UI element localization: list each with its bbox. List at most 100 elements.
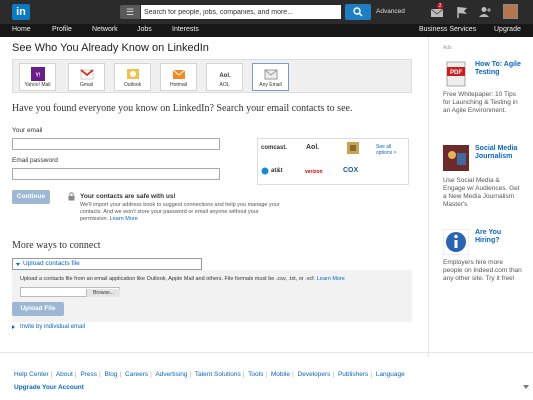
ad-body: Free Whitepaper: 10 Tips for Launching &… bbox=[443, 91, 518, 114]
yahoo-icon: Y! bbox=[31, 67, 45, 81]
envelope-icon bbox=[264, 69, 278, 80]
footer-links: Help Center | About | Press | Blog | Careers… bbox=[14, 371, 405, 378]
contacts-question: Have you found everyone you know on Link… bbox=[12, 103, 353, 114]
provider-label: Any Email bbox=[259, 82, 282, 88]
email-field[interactable] bbox=[12, 138, 220, 150]
browse-button[interactable]: Browse... bbox=[86, 289, 120, 297]
provider-label: Hotmail bbox=[170, 82, 187, 88]
webmail-cox[interactable]: COX bbox=[343, 167, 358, 174]
upgrade-account-link[interactable]: Upgrade Your Account bbox=[14, 384, 84, 391]
provider-any-email[interactable]: Any Email bbox=[252, 63, 289, 91]
footer-link[interactable]: Developers bbox=[298, 371, 331, 378]
mail-app-icon[interactable] bbox=[346, 141, 360, 155]
footer-link[interactable]: Careers bbox=[125, 371, 148, 378]
webmail-aol[interactable]: Aol. bbox=[306, 144, 319, 151]
ad-title[interactable]: Are You Hiring? bbox=[475, 229, 523, 245]
footer-link[interactable]: Talent Solutions bbox=[195, 371, 241, 378]
nav-network[interactable]: Network bbox=[92, 26, 118, 33]
main-nav: Home Profile Network Jobs Interests Busi… bbox=[0, 24, 533, 37]
info-icon bbox=[443, 229, 469, 255]
svg-text:Aol.: Aol. bbox=[219, 73, 231, 79]
invite-label: Invite by individual email bbox=[20, 324, 86, 330]
password-field[interactable] bbox=[12, 168, 220, 180]
upload-description: Upload a contacts file from an email app… bbox=[20, 276, 345, 282]
search-icon bbox=[353, 7, 363, 17]
upload-file-button[interactable]: Upload File bbox=[12, 302, 64, 316]
page-title: See Who You Already Know on LinkedIn bbox=[12, 42, 209, 54]
nav-interests[interactable]: Interests bbox=[172, 26, 199, 33]
more-ways-title: More ways to connect bbox=[12, 240, 101, 251]
provider-outlook[interactable]: Outlook bbox=[114, 63, 151, 91]
footer-link[interactable]: Tools bbox=[248, 371, 263, 378]
caret-down-icon bbox=[16, 263, 20, 266]
top-bar: in ☰ Advanced 2 bbox=[0, 0, 533, 24]
aol-icon: Aol. bbox=[219, 73, 231, 79]
provider-gmail[interactable]: Gmail bbox=[68, 63, 105, 91]
ad-body: Employers hire more people on Indeed.com… bbox=[443, 259, 522, 282]
profile-avatar[interactable] bbox=[503, 4, 518, 19]
search-input[interactable] bbox=[141, 5, 341, 19]
outlook-icon bbox=[127, 69, 139, 79]
learn-more-link[interactable]: Learn More bbox=[110, 216, 138, 222]
email-label: Your email bbox=[12, 127, 43, 134]
provider-label: Outlook bbox=[123, 82, 142, 88]
nav-jobs[interactable]: Jobs bbox=[137, 26, 152, 33]
ad-body: Use Social Media & Engage w/ Audiences. … bbox=[443, 177, 520, 208]
scroll-down-arrow[interactable] bbox=[523, 385, 529, 389]
provider-yahoo[interactable]: Y! Yahoo! Mail bbox=[19, 63, 56, 91]
upload-description-body: Upload a contacts file from an email app… bbox=[20, 276, 316, 282]
provider-aol[interactable]: Aol. AOL bbox=[206, 63, 243, 91]
continue-button[interactable]: Continue bbox=[12, 190, 50, 204]
linkedin-logo[interactable]: in bbox=[12, 4, 30, 20]
file-input[interactable]: Browse... bbox=[20, 287, 120, 297]
footer-link[interactable]: Mobile bbox=[271, 371, 290, 378]
webmail-grid: comcast. Aol. See all options > at&t ver… bbox=[257, 138, 409, 185]
nav-business-services[interactable]: Business Services bbox=[419, 26, 476, 33]
social-media-icon bbox=[443, 145, 469, 171]
gmail-icon bbox=[80, 69, 94, 80]
footer-link[interactable]: Advertising bbox=[155, 371, 187, 378]
flag-icon[interactable] bbox=[455, 5, 469, 19]
caret-right-icon bbox=[12, 325, 15, 329]
upload-contacts-label: Upload contacts file bbox=[23, 260, 80, 267]
provider-hotmail[interactable]: Hotmail bbox=[160, 63, 197, 91]
footer-link[interactable]: About bbox=[56, 371, 73, 378]
upload-contacts-toggle[interactable]: Upload contacts file bbox=[12, 258, 202, 270]
safe-title: Your contacts are safe with us! bbox=[80, 193, 176, 200]
webmail-comcast[interactable]: comcast. bbox=[261, 145, 287, 151]
main-content: See Who You Already Know on LinkedIn Y! … bbox=[0, 37, 533, 400]
lock-icon bbox=[68, 192, 75, 201]
upload-learn-more-link[interactable]: Learn More bbox=[317, 276, 345, 282]
footer-link[interactable]: Publishers bbox=[338, 371, 368, 378]
search-category-button[interactable]: ☰ bbox=[120, 5, 140, 19]
svg-text:Y!: Y! bbox=[36, 73, 41, 79]
footer-link[interactable]: Language bbox=[376, 371, 405, 378]
nav-profile[interactable]: Profile bbox=[52, 26, 72, 33]
provider-label: Yahoo! Mail bbox=[24, 82, 51, 88]
ads-column: Ads PDF How To: Agile Testing Free White… bbox=[428, 37, 523, 357]
nav-home[interactable]: Home bbox=[12, 26, 31, 33]
advanced-search-link[interactable]: Advanced bbox=[376, 8, 405, 15]
notification-badge: 2 bbox=[437, 3, 443, 9]
footer: Help Center | About | Press | Blog | Careers… bbox=[0, 352, 533, 400]
email-provider-bar: Y! Yahoo! Mail Gmail Outlook Hotmail Aol… bbox=[12, 59, 412, 93]
add-connections-icon[interactable] bbox=[478, 5, 492, 19]
safe-text: We'll import your address book to sugges… bbox=[80, 202, 280, 223]
footer-link[interactable]: Help Center bbox=[14, 371, 49, 378]
ads-label: Ads bbox=[443, 45, 452, 51]
provider-label: Gmail bbox=[79, 82, 94, 88]
att-globe-icon bbox=[261, 167, 269, 175]
footer-link[interactable]: Blog bbox=[105, 371, 118, 378]
provider-label: AOL bbox=[219, 82, 230, 88]
hotmail-icon bbox=[172, 69, 186, 79]
see-all-options-link[interactable]: See all options > bbox=[376, 144, 406, 156]
footer-link[interactable]: Press bbox=[80, 371, 97, 378]
ad-title[interactable]: How To: Agile Testing bbox=[475, 61, 523, 77]
ad-title[interactable]: Social Media Journalism bbox=[475, 145, 523, 161]
svg-text:PDF: PDF bbox=[450, 70, 462, 76]
search-button[interactable] bbox=[345, 4, 371, 20]
webmail-att[interactable]: at&t bbox=[271, 168, 283, 174]
invite-by-email-toggle[interactable]: Invite by individual email bbox=[12, 324, 85, 330]
webmail-verizon[interactable]: verizon bbox=[305, 169, 323, 175]
nav-upgrade[interactable]: Upgrade bbox=[494, 26, 521, 33]
